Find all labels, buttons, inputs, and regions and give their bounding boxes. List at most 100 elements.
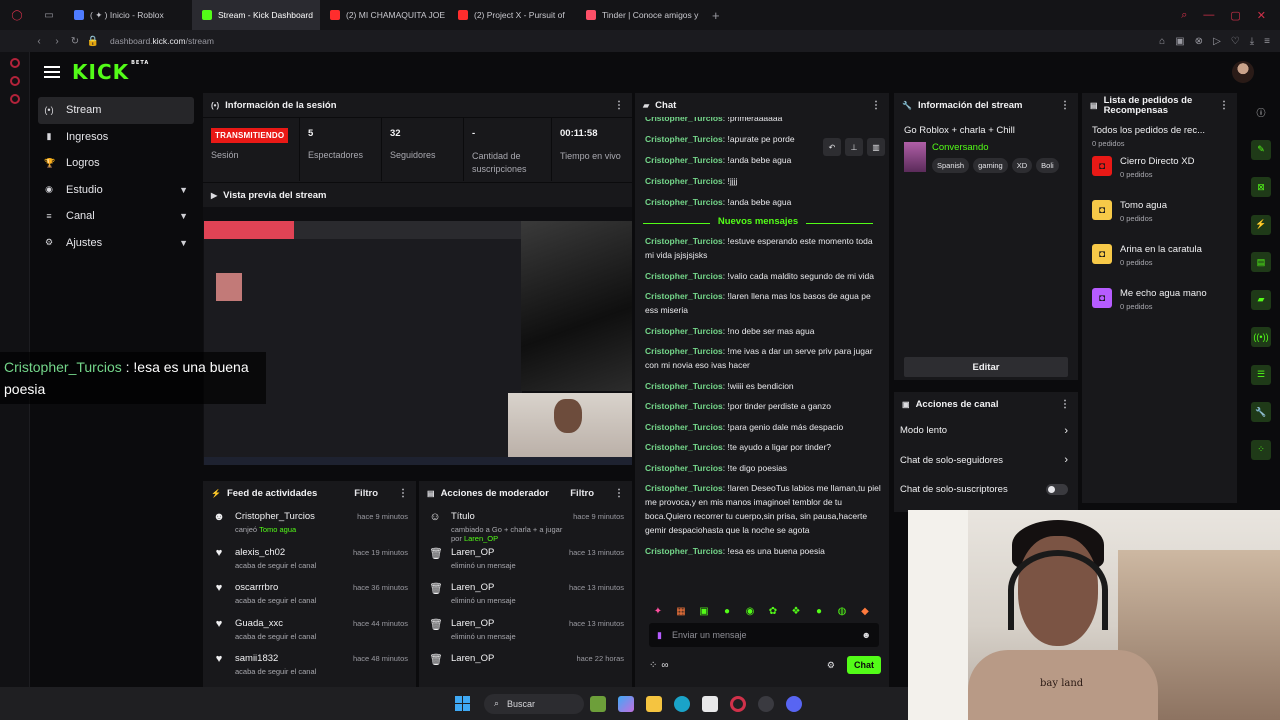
chat-message[interactable]: Cristopher_Turcios: !estuve esperando es… — [635, 234, 881, 262]
edit-button[interactable]: Editar — [904, 357, 1068, 377]
gear-icon[interactable]: ⚙ — [827, 660, 835, 671]
chat-message[interactable]: Cristopher_Turcios: !por tinder perdiste… — [635, 399, 881, 413]
nav-item-ingresos[interactable]: ▮ Ingresos — [38, 124, 194, 151]
chat-username[interactable]: Cristopher_Turcios — [645, 117, 723, 123]
reward-item[interactable]: ◘ Cierro Directo XD 0 pedidos — [1082, 156, 1237, 192]
close-window-button[interactable]: ✕ — [1257, 9, 1266, 22]
reward-item[interactable]: ◘ Me echo agua mano 0 pedidos — [1082, 288, 1237, 324]
slow-mode-row[interactable]: Modo lento › — [894, 416, 1078, 446]
stream-category[interactable]: Conversando — [932, 142, 1059, 153]
steam-icon[interactable] — [758, 695, 774, 712]
emote-icon[interactable]: ◆ — [856, 603, 874, 619]
widgets-icon[interactable] — [590, 695, 606, 712]
opera-sidebar-icon[interactable] — [9, 58, 20, 68]
hamburger-menu-icon[interactable] — [44, 63, 60, 81]
moderator-action-item[interactable]: 🗑 Laren_OP hace 22 horas — [419, 647, 632, 683]
menu-icon[interactable]: ≡ — [1264, 36, 1270, 47]
emote-icon[interactable]: ▣ — [695, 603, 713, 619]
file-explorer-icon[interactable] — [646, 695, 662, 712]
snapshot-icon[interactable]: ▣ — [1175, 36, 1184, 47]
more-options-icon[interactable]: ⋮ — [614, 488, 624, 499]
heart-icon[interactable]: ♡ — [1231, 36, 1240, 47]
discord-icon[interactable] — [786, 695, 802, 712]
moderator-action-item[interactable]: 🗑 Laren_OP eliminó un mensaje hace 13 minut… — [419, 576, 632, 612]
back-icon[interactable]: ‹ — [30, 36, 48, 47]
reward-item[interactable]: ◘ Arina en la caratula 0 pedidos — [1082, 244, 1237, 280]
filter-button[interactable]: Filtro — [570, 488, 594, 499]
nav-item-ajustes[interactable]: ⚙ Ajustes ▼ — [38, 230, 194, 257]
nav-item-canal[interactable]: ≡ Canal ▼ — [38, 203, 194, 230]
nav-item-estudio[interactable]: ◉ Estudio ▼ — [38, 177, 194, 204]
store-icon[interactable] — [702, 695, 718, 712]
moderator-action-item[interactable]: ☺ Título cambiado a Go + charla + a jugar … — [419, 505, 632, 543]
vpn-icon[interactable]: ⊗ — [1195, 36, 1203, 47]
browser-tab[interactable]: Tinder | Conoce amigos y — [576, 0, 704, 30]
chat-username[interactable]: Cristopher_Turcios — [645, 134, 723, 144]
emote-icon[interactable]: ✿ — [764, 603, 782, 619]
play-icon[interactable]: ▷ — [1213, 36, 1221, 47]
emote-icon[interactable]: ◍ — [833, 603, 851, 619]
chat-username[interactable]: Cristopher_Turcios — [645, 483, 723, 493]
infinity-icon[interactable]: ∞ — [661, 660, 668, 671]
chat-username[interactable]: Cristopher_Turcios — [645, 291, 723, 301]
nav-item-logros[interactable]: 🏆 Logros — [38, 150, 194, 177]
chat-message-list[interactable]: Cristopher_Turcios: !primeraaaaaa Cristop… — [635, 117, 881, 589]
chat-username[interactable]: Cristopher_Turcios — [645, 236, 723, 246]
reload-icon[interactable]: ↻ — [66, 36, 84, 47]
url-field[interactable]: dashboard.kick.com/stream — [110, 36, 214, 46]
taskbar-search[interactable]: ⌕ Buscar — [484, 693, 584, 714]
users-icon[interactable]: ⁘ — [1251, 439, 1271, 460]
moderator-action-item[interactable]: 🗑 Laren_OP eliminó un mensaje hace 13 minut… — [419, 612, 632, 648]
stack-icon[interactable]: ☰ — [1251, 364, 1271, 385]
emote-icon[interactable]: ❖ — [787, 603, 805, 619]
document-icon[interactable]: ▤ — [1251, 252, 1271, 272]
search-icon[interactable]: ⌕ — [1181, 9, 1187, 22]
maximize-button[interactable]: ▢ — [1230, 9, 1240, 22]
chat-icon[interactable]: ▰ — [1251, 289, 1271, 310]
chat-message[interactable]: Cristopher_Turcios: !primeraaaaaa — [635, 117, 881, 125]
followers-only-row[interactable]: Chat de solo-seguidores › — [894, 446, 1078, 476]
chat-message[interactable]: Cristopher_Turcios: !laren DeseoTus labi… — [635, 481, 881, 537]
activity-item[interactable]: ☻ Cristopher_Turcios canjeó Tomo agua hace … — [203, 505, 416, 541]
subscribers-only-toggle[interactable] — [1046, 484, 1068, 496]
chat-username[interactable]: Cristopher_Turcios — [645, 197, 723, 207]
chat-username[interactable]: Cristopher_Turcios — [645, 442, 723, 452]
moderator-action-item[interactable]: 🗑 Laren_OP eliminó un mensaje hace 13 minut… — [419, 541, 632, 577]
chat-message[interactable]: Cristopher_Turcios: !te digo poesias — [635, 461, 881, 475]
download-icon[interactable]: ⤓ — [1250, 36, 1254, 47]
info-icon[interactable]: ⓘ — [1251, 102, 1271, 122]
pin-icon[interactable]: ⊥ — [845, 138, 863, 156]
chat-username[interactable]: Cristopher_Turcios — [645, 271, 723, 281]
forward-icon[interactable]: › — [48, 36, 66, 47]
target-icon[interactable]: ⊠ — [1251, 177, 1271, 197]
microphone-icon[interactable]: ▮ — [657, 630, 662, 641]
more-options-icon[interactable]: ⋮ — [1060, 100, 1070, 111]
stream-preview-video[interactable] — [203, 207, 632, 465]
more-options-icon[interactable]: ⋮ — [614, 100, 624, 111]
chat-message[interactable]: Cristopher_Turcios: !para genio dale más… — [635, 420, 881, 434]
emote-icon[interactable]: ✦ — [649, 603, 667, 619]
chat-username[interactable]: Cristopher_Turcios — [645, 401, 723, 411]
emote-icon[interactable]: ● — [718, 603, 736, 619]
reward-item[interactable]: ◘ Tomo agua 0 pedidos — [1082, 200, 1237, 236]
broadcast-icon[interactable]: ((•)) — [1251, 327, 1271, 347]
chat-message[interactable]: Cristopher_Turcios: !te ayudo a ligar po… — [635, 440, 881, 454]
all-rewards-label[interactable]: Todos los pedidos de rec... — [1082, 119, 1237, 136]
chat-message[interactable]: Cristopher_Turcios: !me ivas a dar un se… — [635, 344, 881, 372]
chat-message[interactable]: Cristopher_Turcios: !jjjj — [635, 174, 881, 188]
more-options-icon[interactable]: ⋮ — [871, 100, 881, 111]
chat-message[interactable]: Cristopher_Turcios: !esa es una buena po… — [635, 544, 881, 558]
nav-item-stream[interactable]: (•) Stream — [38, 97, 194, 124]
chat-username[interactable]: Cristopher_Turcios — [645, 155, 723, 165]
activity-item[interactable]: ♥ Guada_xxc acaba de seguir el canal hace 4… — [203, 612, 416, 648]
filter-button[interactable]: Filtro — [354, 488, 378, 499]
browser-tab[interactable]: ( ✦ ) Inicio - Roblox — [64, 0, 192, 30]
chat-send-button[interactable]: Chat — [847, 656, 881, 674]
copilot-icon[interactable] — [618, 695, 634, 712]
activity-item[interactable]: ♥ alexis_ch02 acaba de seguir el canal hace… — [203, 541, 416, 577]
chat-users-icon[interactable]: ⁘ — [649, 660, 657, 671]
opera-sidebar-icon[interactable] — [9, 94, 20, 104]
lightning-icon[interactable]: ⚡ — [1251, 214, 1271, 235]
reply-icon[interactable]: ↶ — [823, 138, 841, 156]
emote-icon[interactable]: ● — [810, 603, 828, 619]
